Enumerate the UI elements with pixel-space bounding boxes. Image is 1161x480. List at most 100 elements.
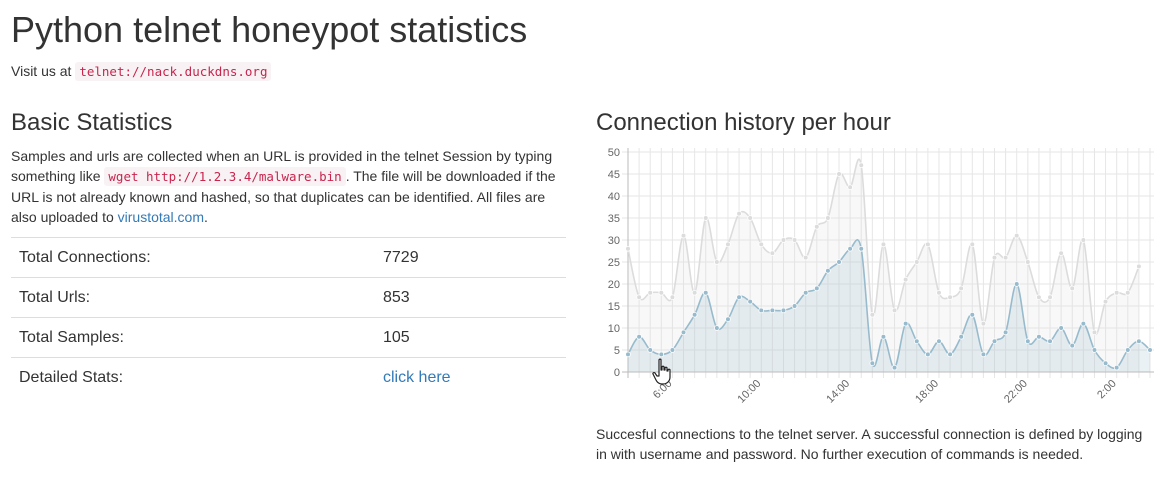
data-point <box>958 285 964 292</box>
data-point <box>736 294 742 301</box>
data-point <box>902 276 909 283</box>
data-point <box>725 241 731 248</box>
chart-caption: Succesful connections to the telnet serv… <box>596 426 1143 462</box>
data-point <box>913 338 920 345</box>
table-row: Total Samples: 105 <box>11 317 566 358</box>
x-tick-label: 10:00 <box>735 378 763 406</box>
data-point <box>825 215 831 221</box>
data-point <box>636 294 642 301</box>
data-point <box>691 312 698 318</box>
data-point <box>902 320 909 327</box>
connection-history-chart[interactable]: 051015202530354045506:00 10:00 14:00 18:00 2… <box>596 140 1156 420</box>
data-point <box>625 351 631 358</box>
data-point <box>1136 338 1142 345</box>
x-tick-label: 14:00 <box>824 378 852 406</box>
data-point <box>913 259 920 265</box>
data-point <box>1124 347 1131 353</box>
data-point <box>991 254 998 261</box>
data-point <box>1091 329 1098 336</box>
data-point <box>1025 259 1031 265</box>
data-point <box>891 364 898 371</box>
data-point <box>1069 285 1076 292</box>
data-point <box>936 290 942 296</box>
x-tick-label: 2:00 <box>1095 378 1119 402</box>
data-point <box>814 285 820 292</box>
data-point <box>791 303 798 309</box>
x-tick-label: 18:00 <box>913 378 941 406</box>
data-point <box>769 307 776 314</box>
connection-history-heading: Connection history per hour <box>596 109 891 136</box>
table-row: Total Connections: 7729 <box>11 237 566 278</box>
y-tick-label: 30 <box>608 235 620 247</box>
y-tick-label: 25 <box>608 257 620 269</box>
data-point <box>1002 254 1009 261</box>
data-point <box>714 259 720 265</box>
data-point <box>869 312 876 318</box>
data-point <box>1080 237 1087 243</box>
data-point <box>1047 294 1053 301</box>
basic-description: Samples and urls are collected when an U… <box>11 146 571 227</box>
data-point <box>1091 347 1098 353</box>
data-point <box>980 320 987 327</box>
y-tick-label: 45 <box>608 169 620 181</box>
table-row: Detailed Stats: click here <box>11 357 566 397</box>
data-point <box>636 334 642 340</box>
telnet-address: telnet://nack.duckdns.org <box>75 62 272 81</box>
stats-table: Total Connections: 7729 Total Urls: 853 … <box>11 237 566 397</box>
data-point <box>714 325 720 331</box>
data-point <box>869 360 876 367</box>
data-point <box>725 316 731 323</box>
y-tick-label: 10 <box>608 323 620 335</box>
y-tick-label: 35 <box>608 213 620 225</box>
data-point <box>1080 320 1087 327</box>
data-point <box>1113 364 1120 371</box>
data-point <box>991 338 998 345</box>
detailed-stats-link[interactable]: click here <box>383 369 451 386</box>
data-point <box>880 334 887 340</box>
data-point <box>1113 290 1120 296</box>
data-point <box>1102 298 1109 305</box>
virustotal-link[interactable]: virustotal.com <box>118 209 204 225</box>
data-point <box>958 334 964 340</box>
data-point <box>836 171 842 177</box>
data-point <box>758 241 765 248</box>
data-point <box>1136 263 1142 270</box>
data-point <box>1002 329 1009 336</box>
y-tick-label: 20 <box>608 279 620 291</box>
data-point <box>1036 294 1042 301</box>
visit-prefix: Visit us at <box>11 63 72 79</box>
data-point <box>736 210 742 217</box>
data-point <box>858 162 865 169</box>
data-point <box>647 347 654 353</box>
data-point <box>780 307 787 314</box>
data-point <box>847 184 853 190</box>
data-point <box>758 307 765 314</box>
y-tick-label: 50 <box>608 147 620 159</box>
data-point <box>936 338 942 345</box>
data-point <box>1025 338 1031 345</box>
stat-value: 853 <box>375 277 566 318</box>
data-point <box>669 347 676 353</box>
data-point <box>680 329 687 336</box>
data-point <box>1102 360 1109 367</box>
data-point <box>880 241 887 248</box>
data-point <box>647 290 654 296</box>
stat-label: Detailed Stats: <box>11 357 375 397</box>
data-point <box>858 246 865 252</box>
y-tick-label: 0 <box>614 367 620 379</box>
data-point <box>658 351 665 358</box>
x-tick-label: 22:00 <box>1002 378 1030 406</box>
table-row: Total Urls: 853 <box>11 277 566 318</box>
data-point <box>691 290 698 296</box>
data-point <box>947 294 953 301</box>
data-point <box>780 237 787 243</box>
data-point <box>680 232 687 239</box>
y-tick-label: 40 <box>608 191 620 203</box>
data-point <box>1013 281 1020 287</box>
hand-pointer-icon <box>652 358 671 385</box>
data-point <box>1036 334 1042 340</box>
data-point <box>802 290 809 296</box>
page-title: Python telnet honeypot statistics <box>11 9 528 50</box>
data-point <box>702 215 709 221</box>
data-point <box>814 224 820 230</box>
